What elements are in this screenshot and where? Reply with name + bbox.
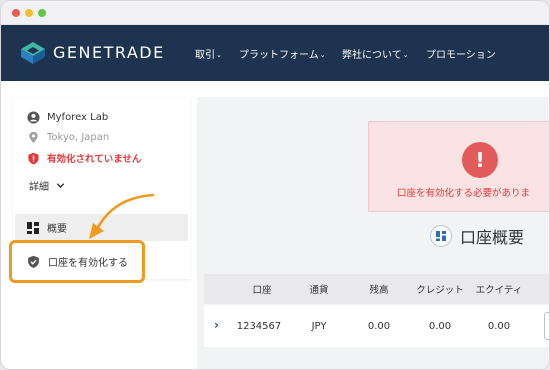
- profile-location-row: Tokyo, Japan: [27, 131, 109, 144]
- table-row[interactable]: › 1234567 JPY 0.00 0.00 0.00: [204, 305, 549, 347]
- shield-alert-icon: [28, 152, 39, 164]
- account-status-warning: 有効化されていません: [47, 154, 142, 165]
- page-title: 口座概要: [460, 228, 525, 247]
- maximize-window-button[interactable]: [38, 9, 46, 17]
- nav-item-label: 取引: [195, 50, 215, 61]
- details-toggle[interactable]: 詳細: [29, 178, 65, 193]
- account-overview-title: 口座概要: [430, 224, 524, 248]
- chevron-down-icon: [56, 183, 65, 189]
- top-navbar: GENETRADE 取引⌄ プラットフォーム⌄ 弊社について⌄ プロモーション: [1, 25, 549, 81]
- accounts-table-header: 口座 通貨 残高 クレジット エクイティ: [204, 274, 549, 304]
- browser-window: GENETRADE 取引⌄ プラットフォーム⌄ 弊社について⌄ プロモーション …: [0, 0, 550, 370]
- currency-cell: JPY: [311, 320, 327, 332]
- equity-cell: 0.00: [487, 320, 511, 332]
- nav-item-label: プラットフォーム: [239, 50, 319, 61]
- chevron-down-icon: ⌄: [216, 51, 222, 59]
- details-label: 詳細: [29, 182, 49, 193]
- dashboard-icon: [27, 221, 39, 234]
- sidebar-item-activate-account[interactable]: 口座を有効化する: [9, 240, 145, 283]
- genetrade-logo-icon[interactable]: [20, 41, 46, 65]
- nav-item-promotions[interactable]: プロモーション: [426, 46, 496, 61]
- minimize-window-button[interactable]: [25, 9, 33, 17]
- close-window-button[interactable]: [12, 9, 20, 17]
- column-header-balance: 残高: [369, 285, 389, 296]
- column-header-account: 口座: [252, 285, 272, 296]
- column-header-credit: クレジット: [416, 285, 464, 296]
- user-icon: [27, 111, 40, 124]
- credit-cell: 0.00: [428, 320, 452, 332]
- overview-badge-icon: [430, 225, 452, 247]
- profile-name-row: Myforex Lab: [27, 111, 108, 124]
- row-action-button[interactable]: [544, 312, 549, 340]
- column-header-equity: エクイティ: [475, 285, 523, 296]
- alert-icon: !: [462, 142, 498, 178]
- location-pin-icon: [29, 131, 38, 144]
- highlight-arrow-icon: [89, 193, 155, 239]
- profile-status-row: 有効化されていません: [27, 151, 141, 165]
- nav-item-label: プロモーション: [426, 50, 496, 61]
- column-header-currency: 通貨: [309, 285, 329, 296]
- profile-name: Myforex Lab: [47, 112, 109, 123]
- nav-item-label: 弊社について: [342, 50, 402, 61]
- nav-item-trading[interactable]: 取引⌄: [195, 46, 222, 61]
- chevron-down-icon: ⌄: [402, 51, 409, 59]
- brand-name[interactable]: GENETRADE: [53, 43, 165, 62]
- expand-row-chevron-icon[interactable]: ›: [214, 318, 219, 332]
- shield-check-icon: [28, 255, 39, 268]
- activation-alert: ! 口座を有効化する必要がありま: [368, 121, 549, 212]
- window-titlebar: [1, 1, 549, 25]
- dashboard-icon: [436, 231, 446, 241]
- account-number-cell: 1234567: [236, 320, 282, 332]
- balance-cell: 0.00: [367, 320, 391, 332]
- profile-location: Tokyo, Japan: [47, 132, 110, 143]
- chevron-down-icon: ⌄: [319, 51, 326, 59]
- sidebar-item-label: 口座を有効化する: [48, 258, 128, 269]
- nav-item-platform[interactable]: プラットフォーム⌄: [239, 46, 326, 61]
- sidebar-item-label: 概要: [47, 224, 67, 235]
- nav-item-about[interactable]: 弊社について⌄: [342, 46, 409, 61]
- alert-message: 口座を有効化する必要がありま: [397, 188, 531, 199]
